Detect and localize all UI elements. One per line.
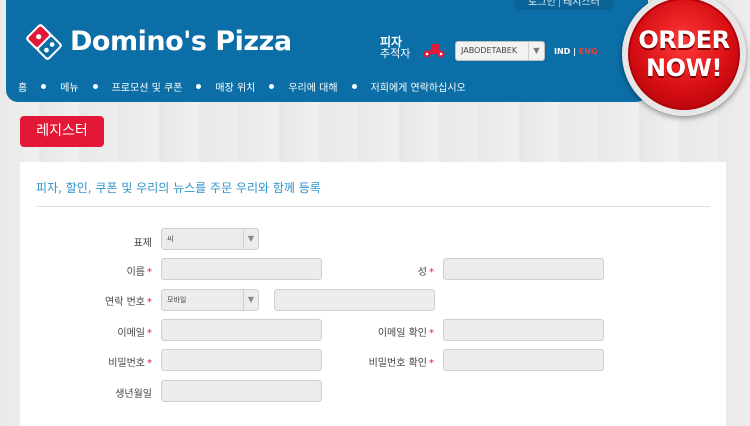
brand-logo[interactable]: Domino's Pizza [24,20,292,64]
language-switcher: IND | ENG [554,47,598,56]
phone-number-input[interactable] [274,289,435,311]
password-label-text: 비밀번호 [108,358,145,369]
order-now-line1: ORDER [638,26,730,54]
chevron-down-icon: ▼ [528,42,544,60]
top-links: 로그인 | 레지스터 [514,0,614,10]
main-nav: 홈 메뉴 프로모션 및 쿠폰 매장 위치 우리에 대해 저희에게 연락하십시오 [18,79,466,94]
first-name-label: 이름 * [32,263,152,278]
last-name-input[interactable] [443,258,604,280]
required-mark: * [147,297,152,308]
nav-item-menu[interactable]: 메뉴 [60,79,78,94]
nav-item-contact[interactable]: 저희에게 연락하십시오 [371,79,466,94]
order-now-line2: NOW! [646,54,722,82]
email-confirm-label-text: 이메일 확인 [377,328,427,339]
login-link[interactable]: 로그인 [527,0,557,8]
lang-ind[interactable]: IND [554,47,570,56]
required-mark: * [147,267,152,278]
last-name-label-text: 성 [417,267,427,278]
page-title: 레지스터 [20,116,104,147]
required-mark: * [429,328,434,339]
registration-panel: 피자, 할인, 쿠폰 및 우리의 뉴스를 주문 우리와 함께 등록 표제 씨 ▼… [20,162,726,426]
nav-item-store-locator[interactable]: 매장 위치 [215,79,255,94]
email-label-text: 이메일 [117,328,145,339]
required-mark: * [147,358,152,369]
register-link[interactable]: 레지스터 [562,0,601,8]
order-now-button[interactable]: ORDER NOW! [622,0,746,116]
title-select[interactable]: 씨 ▼ [161,228,259,250]
region-value: JABODETABEK [461,46,518,55]
nav-dot-icon [269,83,275,89]
last-name-label: 성 * [314,263,434,278]
required-mark: * [429,267,434,278]
dob-label-text: 생년월일 [115,389,152,400]
chevron-down-icon: ▼ [243,229,258,249]
required-mark: * [147,328,152,339]
chevron-down-icon: ▼ [243,290,258,310]
email-confirm-input[interactable] [443,319,604,341]
nav-dot-icon [196,83,202,89]
phone-type-select[interactable]: 모바일 ▼ [161,289,259,311]
top-links-separator: | [557,0,562,8]
nav-dot-icon [351,83,357,89]
lang-separator: | [573,47,577,56]
nav-item-about[interactable]: 우리에 대해 [288,79,337,94]
title-label-text: 표제 [133,238,152,249]
lang-eng[interactable]: ENG [579,47,598,56]
title-label: 표제 [32,234,152,249]
password-confirm-label: 비밀번호 확인 * [314,354,434,369]
domino-tile-icon [24,22,64,62]
divider [36,206,710,207]
email-confirm-label: 이메일 확인 * [314,324,434,339]
region-select[interactable]: JABODETABEK ▼ [455,41,545,61]
nav-dot-icon [41,83,47,89]
password-confirm-input[interactable] [443,349,604,371]
first-name-input[interactable] [161,258,322,280]
first-name-label-text: 이름 [126,267,145,278]
password-label: 비밀번호 * [32,354,152,369]
phone-type-value: 모바일 [167,296,187,304]
required-mark: * [429,358,434,369]
delivery-scooter-icon [423,44,445,58]
site-header: Domino's Pizza 피자 추적자 JABODETABEK ▼ IND … [6,0,648,102]
email-input[interactable] [161,319,322,341]
nav-item-home[interactable]: 홈 [18,79,27,94]
pizza-tracker-link[interactable]: 피자 추적자 [380,36,450,64]
email-label: 이메일 * [32,324,152,339]
title-select-value: 씨 [167,235,174,243]
nav-dot-icon [92,83,98,89]
phone-label: 연락 번호 * [32,293,152,308]
nav-item-promotions[interactable]: 프로모션 및 쿠폰 [112,79,183,94]
registration-headline: 피자, 할인, 쿠폰 및 우리의 뉴스를 주문 우리와 함께 등록 [36,181,321,195]
dob-input[interactable] [161,380,322,402]
brand-name: Domino's Pizza [70,26,292,57]
phone-label-text: 연락 번호 [105,297,145,308]
password-input[interactable] [161,349,322,371]
dob-label: 생년월일 [32,385,152,400]
password-confirm-label-text: 비밀번호 확인 [368,358,427,369]
